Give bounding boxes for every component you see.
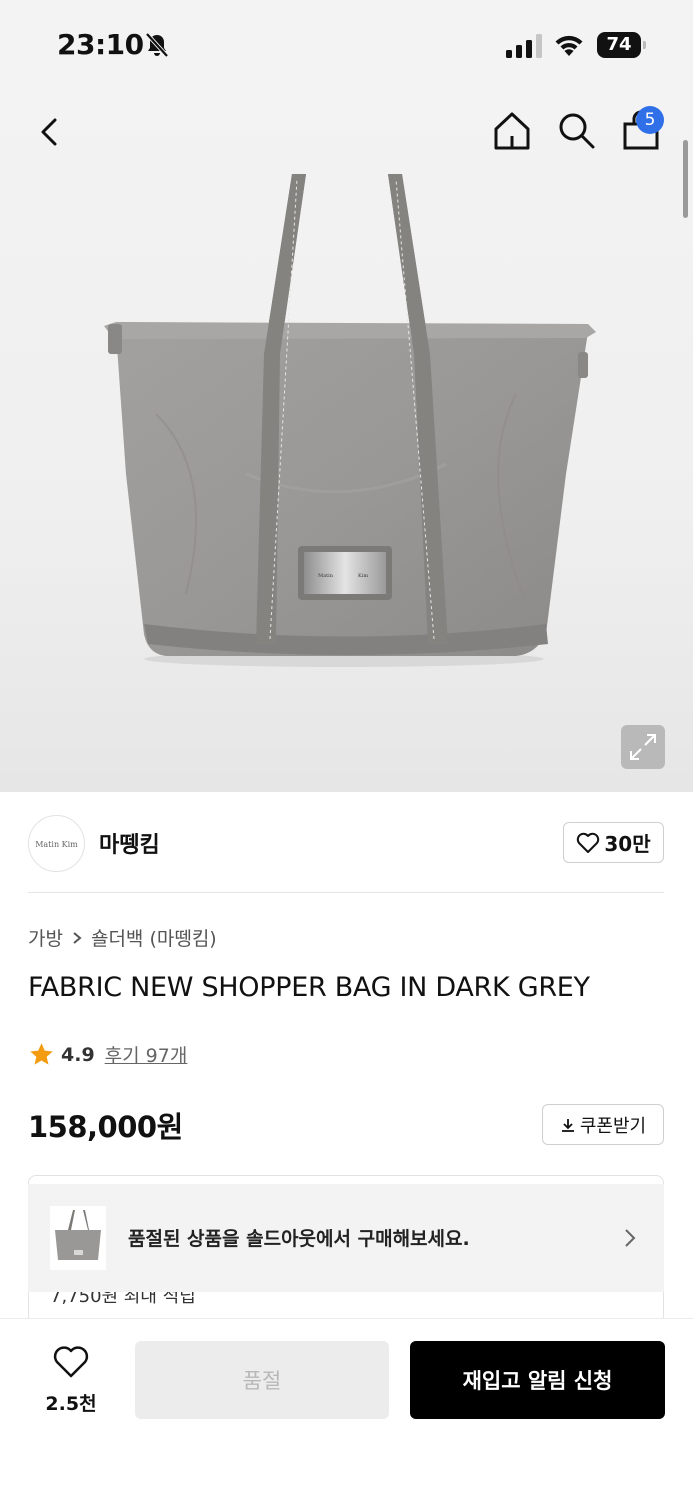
product-title: FABRIC NEW SHOPPER BAG IN DARK GREY xyxy=(28,972,590,1003)
battery-icon: 74 xyxy=(597,32,647,58)
brand-row[interactable]: Matin Kim 마뗑킴 30만 xyxy=(28,813,664,893)
breadcrumb-subcategory[interactable]: 숄더백 (마뗑킴) xyxy=(91,924,217,951)
breadcrumb-category[interactable]: 가방 xyxy=(28,924,63,951)
star-icon xyxy=(30,1043,53,1065)
coupon-label: 쿠폰받기 xyxy=(579,1115,647,1137)
scroll-indicator xyxy=(683,140,688,218)
reviews-link[interactable]: 후기 97개 xyxy=(105,1041,188,1068)
cellular-signal-icon xyxy=(506,34,542,58)
back-icon[interactable] xyxy=(30,112,70,152)
status-time: 23:10 xyxy=(57,28,144,61)
wishlist-count: 2.5천 xyxy=(45,1393,97,1415)
chevron-right-icon xyxy=(625,1229,636,1247)
rating-row: 4.9 후기 97개 xyxy=(28,1041,187,1068)
bag-plate-text-right: Kim xyxy=(358,573,368,579)
rating-value: 4.9 xyxy=(61,1043,95,1066)
expand-image-button[interactable] xyxy=(621,725,665,769)
download-icon xyxy=(561,1118,574,1132)
home-icon[interactable] xyxy=(490,109,534,153)
soldout-button: 품절 xyxy=(135,1341,389,1419)
bell-off-icon xyxy=(145,32,169,58)
product-price: 158,000원 xyxy=(28,1110,183,1144)
soldout-banner-text: 품절된 상품을 솔드아웃에서 구매해보세요. xyxy=(128,1228,470,1250)
breadcrumb: 가방 숄더백 (마뗑킴) xyxy=(28,924,217,951)
wishlist-button[interactable]: 2.5천 xyxy=(28,1345,114,1416)
brand-logo[interactable]: Matin Kim xyxy=(28,815,85,872)
heart-icon xyxy=(53,1346,89,1378)
brand-name[interactable]: 마뗑킴 xyxy=(99,827,160,859)
wifi-icon xyxy=(555,35,583,56)
search-icon[interactable] xyxy=(556,110,596,150)
status-bar: 23:10 74 xyxy=(0,0,693,92)
bag-plate-text-left: Matin xyxy=(318,573,334,579)
bottom-action-bar: 2.5천 품절 재입고 알림 신청 xyxy=(0,1318,693,1500)
cart-count-badge: 5 xyxy=(636,106,664,134)
product-image-gallery[interactable]: 5 Matin Kim xyxy=(0,92,693,792)
brand-like-count: 30만 xyxy=(604,832,651,856)
soldout-banner[interactable]: 품절된 상품을 솔드아웃에서 구매해보세요. xyxy=(28,1184,664,1292)
battery-level: 74 xyxy=(597,32,641,58)
heart-icon xyxy=(577,832,600,853)
banner-product-thumbnail xyxy=(50,1206,106,1270)
product-image: Matin Kim xyxy=(104,174,596,667)
expand-icon xyxy=(630,734,656,760)
restock-alert-button[interactable]: 재입고 알림 신청 xyxy=(410,1341,665,1419)
brand-like-button[interactable]: 30만 xyxy=(563,822,664,863)
chevron-right-icon xyxy=(73,931,82,944)
coupon-button[interactable]: 쿠폰받기 xyxy=(542,1104,664,1145)
